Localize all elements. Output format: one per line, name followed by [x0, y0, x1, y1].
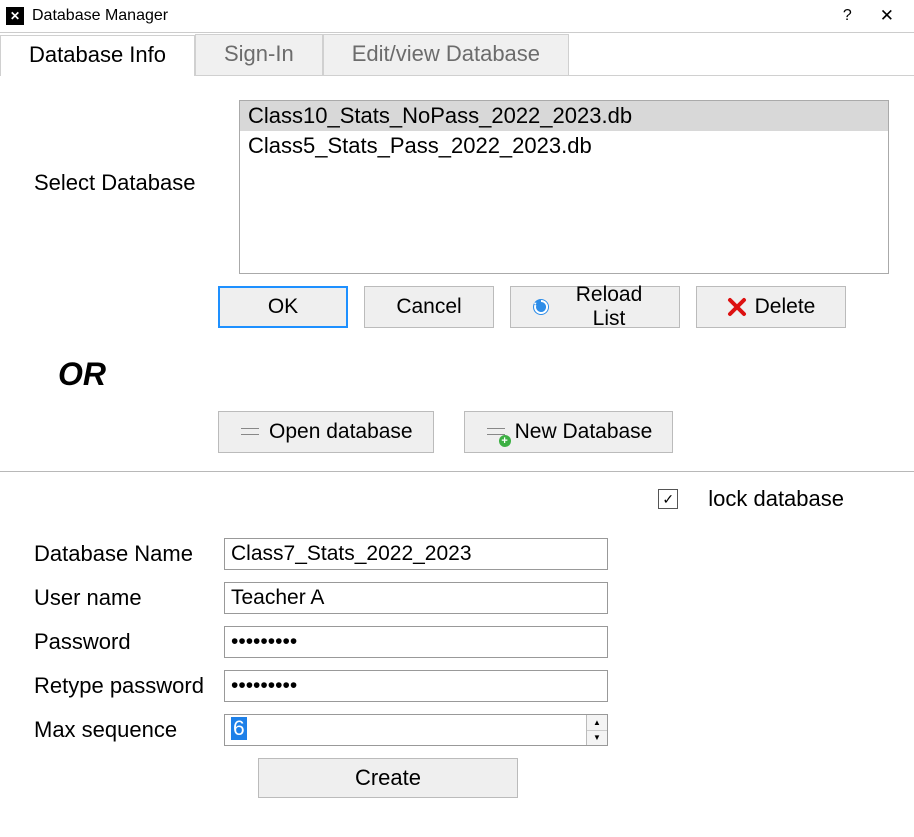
open-database-button[interactable]: Open database — [218, 411, 434, 453]
delete-button[interactable]: Delete — [696, 286, 846, 328]
tab-sign-in[interactable]: Sign-In — [195, 34, 323, 75]
window-title: Database Manager — [32, 7, 829, 25]
database-icon — [239, 420, 261, 444]
divider — [0, 471, 914, 472]
username-field[interactable] — [224, 582, 608, 614]
close-button[interactable]: ✕ — [866, 6, 908, 26]
cancel-button[interactable]: Cancel — [364, 286, 494, 328]
database-list[interactable]: Class10_Stats_NoPass_2022_2023.db Class5… — [239, 100, 889, 274]
open-database-label: Open database — [269, 420, 413, 444]
list-item[interactable]: Class10_Stats_NoPass_2022_2023.db — [240, 101, 888, 131]
lock-database-checkbox[interactable]: ✓ — [658, 489, 678, 509]
ok-button[interactable]: OK — [218, 286, 348, 328]
password-field[interactable] — [224, 626, 608, 658]
max-sequence-label: Max sequence — [0, 717, 224, 743]
max-sequence-stepper[interactable]: 6 ▲ ▼ — [224, 714, 608, 746]
delete-label: Delete — [755, 295, 816, 319]
reload-label: Reload List — [559, 283, 659, 331]
tab-database-info[interactable]: Database Info — [0, 35, 195, 76]
delete-icon — [727, 297, 747, 317]
tab-edit-view-db[interactable]: Edit/view Database — [323, 34, 569, 75]
reload-list-button[interactable]: Reload List — [510, 286, 680, 328]
retype-password-label: Retype password — [0, 673, 224, 699]
help-button[interactable]: ? — [829, 7, 866, 25]
database-name-field[interactable] — [224, 538, 608, 570]
or-label: OR — [58, 356, 914, 393]
retype-password-field[interactable] — [224, 670, 608, 702]
password-label: Password — [0, 629, 224, 655]
reload-icon — [531, 297, 551, 317]
stepper-up-icon[interactable]: ▲ — [587, 715, 607, 731]
stepper-down-icon[interactable]: ▼ — [587, 731, 607, 746]
select-database-label: Select Database — [0, 100, 239, 196]
new-database-label: New Database — [515, 420, 653, 444]
database-name-label: Database Name — [0, 541, 224, 567]
list-item[interactable]: Class5_Stats_Pass_2022_2023.db — [240, 131, 888, 161]
new-database-button[interactable]: + New Database — [464, 411, 674, 453]
username-label: User name — [0, 585, 224, 611]
database-add-icon: + — [485, 420, 507, 444]
lock-database-label: lock database — [708, 486, 844, 512]
app-icon: ✕ — [6, 7, 24, 25]
max-sequence-value: 6 — [231, 717, 247, 740]
create-button[interactable]: Create — [258, 758, 518, 798]
